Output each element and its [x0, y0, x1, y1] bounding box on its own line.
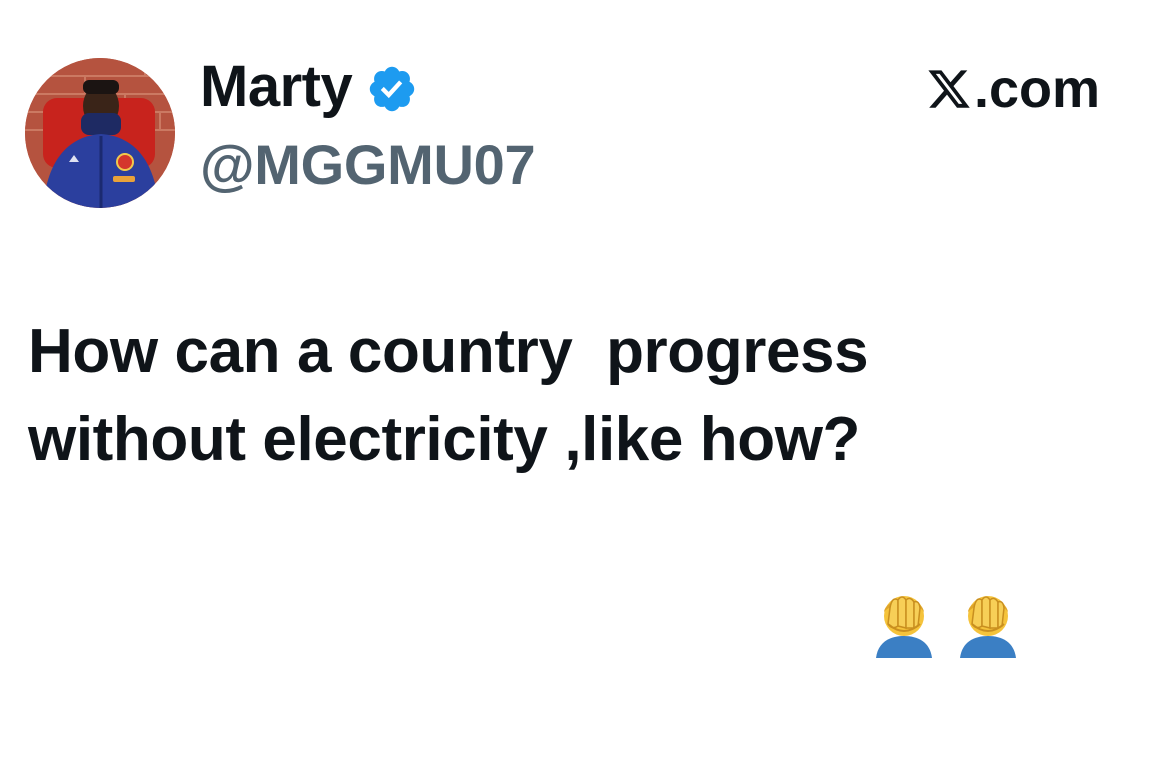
emoji-row: [868, 410, 1036, 658]
avatar[interactable]: [25, 58, 175, 208]
facepalm-icon: [952, 410, 1024, 658]
tweet-text-line-2: without electricity ,like how?: [28, 405, 861, 474]
facepalm-icon: [868, 410, 940, 658]
tweet-text-line-1: How can a country progress: [28, 317, 869, 386]
tweet-text: How can a country progress without elect…: [28, 308, 1138, 658]
source-label: .com: [926, 56, 1100, 122]
tweet-card: Marty @MGGMU07 .com How can a country pr…: [0, 0, 1170, 658]
avatar-photo: [25, 58, 175, 208]
verified-check-icon: [366, 63, 418, 115]
source-domain-text: .com: [973, 59, 1100, 119]
display-name[interactable]: Marty: [200, 52, 353, 122]
author-handle[interactable]: @MGGMU07: [200, 130, 536, 200]
x-logo-icon: [926, 66, 972, 112]
author-name-row: Marty: [200, 52, 418, 122]
